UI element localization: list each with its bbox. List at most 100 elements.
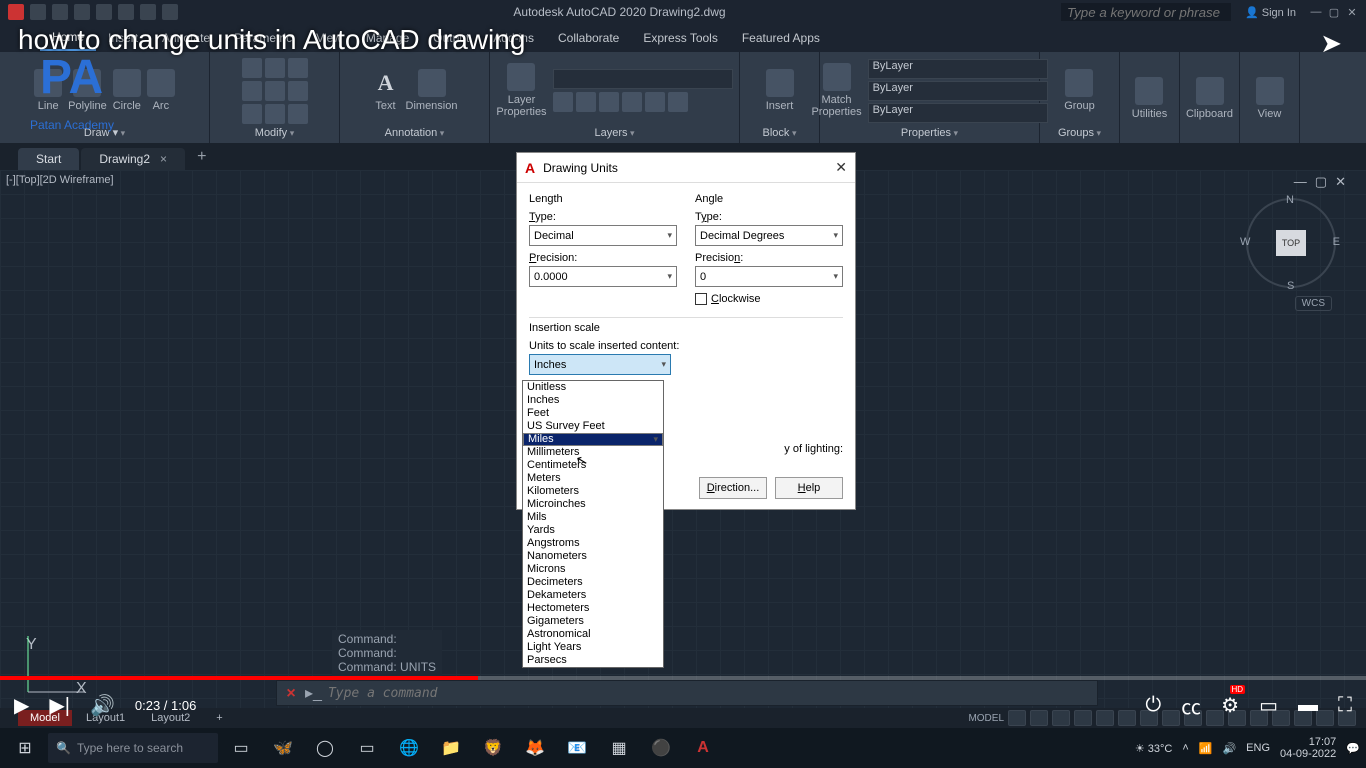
unit-option-yards[interactable]: Yards — [523, 524, 663, 537]
taskbar-search[interactable]: 🔍 Type here to search — [48, 733, 218, 763]
direction-button[interactable]: Direction... — [699, 477, 767, 499]
layer-tool-1[interactable] — [576, 92, 596, 112]
maximize-button[interactable]: ▢ — [1328, 6, 1340, 19]
viewport-max-icon[interactable]: ▢ — [1315, 174, 1327, 190]
unit-option-microns[interactable]: Microns — [523, 563, 663, 576]
tab-start[interactable]: Start — [18, 148, 79, 170]
unit-option-meters[interactable]: Meters — [523, 472, 663, 485]
close-button[interactable]: ✕ — [1346, 6, 1358, 19]
modify-tool-3[interactable] — [242, 81, 262, 101]
length-precision-select[interactable]: 0.0000 — [529, 266, 677, 287]
insertion-units-select[interactable]: Inches — [529, 354, 671, 375]
settings-icon[interactable]: HD⚙ — [1221, 693, 1239, 718]
angle-type-select[interactable]: Decimal Degrees — [695, 225, 843, 246]
layer-properties-button[interactable]: Layer Properties — [496, 63, 546, 118]
clockwise-checkbox[interactable] — [695, 293, 707, 305]
tray-network-icon[interactable]: 📶 — [1199, 742, 1213, 755]
linetype-dropdown[interactable]: ByLayer — [868, 103, 1048, 123]
ribbon-tab-featured-apps[interactable]: Featured Apps — [730, 26, 832, 50]
panel-annotation[interactable]: Annotation — [346, 125, 483, 141]
unit-option-feet[interactable]: Feet — [523, 407, 663, 420]
taskbar-outlook-icon[interactable]: 📧 — [558, 732, 596, 764]
start-menu-button[interactable]: ⊞ — [6, 732, 44, 764]
unit-option-microinches[interactable]: Microinches — [523, 498, 663, 511]
tray-notifications-icon[interactable]: 💬 — [1346, 742, 1360, 755]
color-dropdown[interactable]: ByLayer — [868, 59, 1048, 79]
modify-tool-2[interactable] — [288, 58, 308, 78]
unit-option-miles[interactable]: Miles — [523, 433, 663, 446]
fullscreen-button[interactable]: ⛶ — [1338, 694, 1352, 717]
unit-option-gigameters[interactable]: Gigameters — [523, 615, 663, 628]
viewcube[interactable]: N E S W TOP — [1246, 198, 1336, 288]
miniplayer-button[interactable]: ▭ — [1259, 693, 1278, 718]
viewport-close-icon[interactable]: ✕ — [1335, 174, 1346, 190]
tray-chevron-icon[interactable]: ˄ — [1182, 742, 1188, 754]
dialog-close-button[interactable]: ✕ — [835, 159, 847, 176]
volume-button[interactable]: 🔊 — [90, 693, 115, 718]
autoplay-toggle[interactable]: ⏻ — [1145, 694, 1161, 717]
help-button[interactable]: Help — [775, 477, 843, 499]
panel-block[interactable]: Block — [746, 125, 813, 141]
viewport-min-icon[interactable]: — — [1294, 174, 1307, 190]
app-icon[interactable] — [8, 4, 24, 20]
taskbar-autocad-icon[interactable]: A — [684, 732, 722, 764]
ribbon-tab-express-tools[interactable]: Express Tools — [631, 26, 729, 50]
panel-layers[interactable]: Layers — [496, 125, 733, 141]
unit-option-mils[interactable]: Mils — [523, 511, 663, 524]
unit-option-astronomical[interactable]: Astronomical — [523, 628, 663, 641]
share-icon[interactable]: ➤ — [1320, 28, 1342, 59]
angle-precision-select[interactable]: 0 — [695, 266, 843, 287]
taskbar-chrome-icon[interactable]: 🌐 — [390, 732, 428, 764]
unit-option-unitless[interactable]: Unitless — [523, 381, 663, 394]
panel-properties[interactable]: Properties — [826, 125, 1033, 141]
unit-option-decimeters[interactable]: Decimeters — [523, 576, 663, 589]
length-type-select[interactable]: Decimal — [529, 225, 677, 246]
qat-new-icon[interactable] — [30, 4, 46, 20]
lineweight-dropdown[interactable]: ByLayer — [868, 81, 1048, 101]
tab-drawing2[interactable]: Drawing2× — [81, 148, 185, 170]
dimension-tool[interactable]: Dimension — [406, 69, 458, 112]
unit-option-millimeters[interactable]: Millimeters — [523, 446, 663, 459]
arc-tool[interactable]: Arc — [147, 69, 175, 112]
qat-plot-icon[interactable] — [118, 4, 134, 20]
modify-tool-7[interactable] — [265, 104, 285, 124]
layer-tool-5[interactable] — [668, 92, 688, 112]
unit-option-inches[interactable]: Inches — [523, 394, 663, 407]
group-button[interactable]: Group — [1064, 69, 1095, 112]
weather-widget[interactable]: ☀ 33°C — [1135, 742, 1173, 755]
units-dropdown-list[interactable]: UnitlessInchesFeetUS Survey FeetMilesMil… — [522, 380, 664, 668]
unit-option-parsecs[interactable]: Parsecs — [523, 654, 663, 667]
text-tool[interactable]: AText — [372, 69, 400, 112]
unit-option-dekameters[interactable]: Dekameters — [523, 589, 663, 602]
taskbar-app-1[interactable]: 🦋 — [264, 732, 302, 764]
help-search-input[interactable] — [1061, 3, 1231, 21]
unit-option-centimeters[interactable]: Centimeters — [523, 459, 663, 472]
panel-modify[interactable]: Modify — [216, 125, 333, 141]
modify-tool-1[interactable] — [265, 58, 285, 78]
ribbon-tab-collaborate[interactable]: Collaborate — [546, 26, 631, 50]
insert-button[interactable]: Insert — [766, 69, 794, 112]
taskbar-explorer-icon[interactable]: 📁 — [432, 732, 470, 764]
layer-tool-4[interactable] — [645, 92, 665, 112]
wcs-label[interactable]: WCS — [1295, 296, 1332, 311]
qat-undo-icon[interactable] — [140, 4, 156, 20]
signin-label[interactable]: 👤 Sign In — [1245, 6, 1296, 19]
taskbar-brave-icon[interactable]: 🦁 — [474, 732, 512, 764]
clipboard-button[interactable]: Clipboard — [1186, 77, 1233, 120]
tray-volume-icon[interactable]: 🔊 — [1222, 742, 1236, 755]
theater-button[interactable]: ▬ — [1298, 694, 1318, 717]
unit-option-hectometers[interactable]: Hectometers — [523, 602, 663, 615]
qat-save-icon[interactable] — [74, 4, 90, 20]
modify-tool-5[interactable] — [288, 81, 308, 101]
unit-option-us-survey-feet[interactable]: US Survey Feet — [523, 420, 663, 433]
viewport-label[interactable]: [-][Top][2D Wireframe] — [6, 174, 114, 186]
modify-tool-4[interactable] — [265, 81, 285, 101]
modify-tool-8[interactable] — [288, 104, 308, 124]
taskbar-cortana-icon[interactable]: ◯ — [306, 732, 344, 764]
taskbar-app-2[interactable]: ▦ — [600, 732, 638, 764]
task-view-icon[interactable]: ▭ — [222, 732, 260, 764]
minimize-button[interactable]: — — [1310, 6, 1322, 18]
tray-lang[interactable]: ENG — [1246, 742, 1270, 754]
circle-tool[interactable]: Circle — [113, 69, 141, 112]
qat-open-icon[interactable] — [52, 4, 68, 20]
